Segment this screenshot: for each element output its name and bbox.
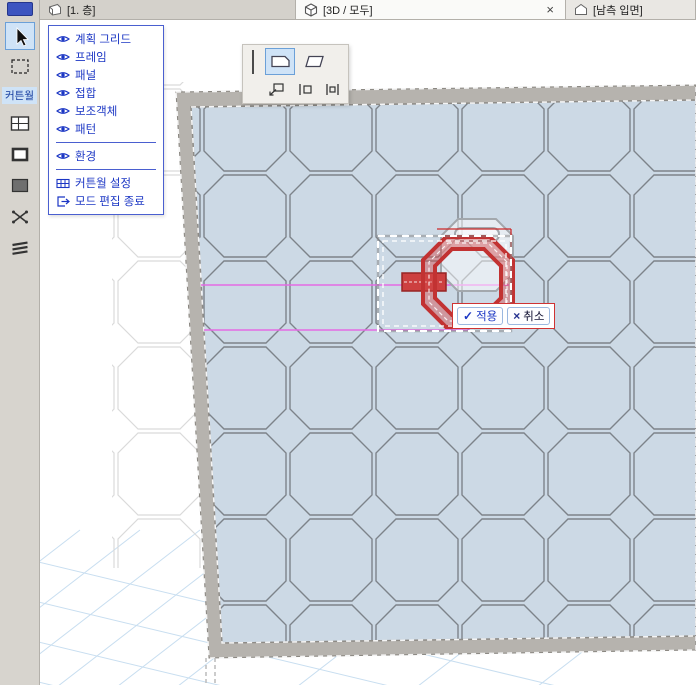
move-panel-icon [268,82,285,97]
menu-item-junction[interactable]: 접합 [49,84,163,102]
menu-item-accessory[interactable]: 보조객체 [49,102,163,120]
curtain-wall-group-label: 커튼월 [2,87,37,104]
panel-outline-icon [303,53,326,70]
panel-sheet-icon [269,53,292,70]
panel-alt-mode-button[interactable] [299,48,329,75]
eye-icon [56,124,70,134]
window-icon[interactable] [7,2,33,16]
menu-item-label: 패널 [75,67,96,83]
menu-item-label: 계획 그리드 [75,31,131,47]
frame-icon [9,145,31,165]
menu-item-label: 모드 편집 종료 [75,193,145,209]
menu-item-curtain-wall-settings[interactable]: 커튼월 설정 [49,174,163,192]
marquee-icon [9,57,31,77]
boundary-grid-icon [9,114,31,134]
arrow-cursor-icon [9,25,31,47]
menu-separator [56,142,156,143]
left-toolbar: 커튼월 [0,0,40,685]
menu-separator [56,169,156,170]
eye-icon [56,88,70,98]
menu-item-panel[interactable]: 패널 [49,66,163,84]
eye-icon [56,52,70,62]
accessory-tool-button[interactable] [5,234,35,262]
split-panel-icon [296,82,313,97]
apply-button[interactable]: ✓적용 [457,307,503,325]
panel-icon [9,176,31,196]
cancel-label: 취소 [523,308,544,324]
palette-separator [252,50,254,74]
menu-item-label: 접합 [75,85,96,101]
panel-mode-button[interactable] [265,48,295,75]
tab-label: [남측 입면] [593,2,643,18]
eye-icon [56,70,70,80]
cancel-button[interactable]: ×취소 [507,307,550,325]
pet-option-extend-button[interactable] [319,80,345,99]
eye-icon [56,151,70,161]
menu-item-exit-edit-mode[interactable]: 모드 편집 종료 [49,192,163,210]
pet-palette [242,44,349,104]
menu-item-scheme-grid[interactable]: 계획 그리드 [49,30,163,48]
tab-south-elevation[interactable]: [남측 입면] [566,0,696,19]
apply-cancel-palette: ✓적용 ×취소 [452,303,555,329]
wall-edge-dashes [206,658,215,685]
close-tab-icon[interactable]: × [543,3,557,16]
curtain-wall-display-menu: 계획 그리드 프레임 패널 접합 [48,25,164,215]
cube-3d-icon [304,3,318,17]
settings-grid-icon [56,178,70,189]
tab-3d-all[interactable]: [3D / 모두] × [296,0,566,19]
junction-icon [9,207,31,227]
junction-tool-button[interactable] [5,203,35,231]
tab-floor-plan[interactable]: [1. 층] [40,0,296,19]
menu-item-pattern[interactable]: 패턴 [49,120,163,138]
eye-icon [56,106,70,116]
elevation-icon [574,3,588,16]
pet-option-move-button[interactable] [263,80,289,99]
menu-item-label: 커튼월 설정 [75,175,131,191]
x-icon: × [513,309,520,323]
check-icon: ✓ [463,309,473,323]
curtain-wall[interactable] [176,85,696,658]
exit-icon [56,196,70,207]
tab-label: [1. 층] [67,2,95,18]
frame-tool-button[interactable] [5,141,35,169]
menu-item-frame[interactable]: 프레임 [49,48,163,66]
apply-label: 적용 [476,308,497,324]
extend-panel-icon [324,82,341,97]
menu-item-label: 환경 [75,148,96,164]
accessory-stack-icon [9,238,31,258]
menu-item-label: 보조객체 [75,103,117,119]
menu-item-label: 프레임 [75,49,107,65]
octagon-pattern-glass [191,100,696,643]
menu-item-label: 패턴 [75,121,96,137]
tab-bar: [1. 층] [3D / 모두] × [남측 입면] [40,0,696,20]
menu-item-environment[interactable]: 환경 [49,147,163,165]
pet-option-split-button[interactable] [291,80,317,99]
tab-label: [3D / 모두] [323,2,373,18]
panel-tool-button[interactable] [5,172,35,200]
marquee-tool-button[interactable] [5,53,35,81]
viewport-3d[interactable]: 계획 그리드 프레임 패널 접합 [40,20,696,685]
floor-plan-icon [48,3,62,16]
eye-icon [56,34,70,44]
arrow-tool-button[interactable] [5,22,35,50]
boundary-tool-button[interactable] [5,110,35,138]
